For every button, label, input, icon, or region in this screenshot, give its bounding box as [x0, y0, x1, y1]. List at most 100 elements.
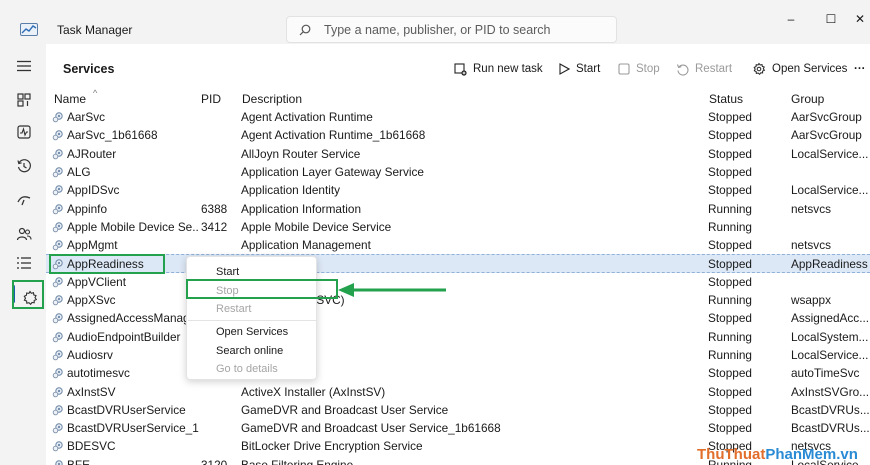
table-row[interactable]: AJRouter AllJoyn Router Service Stopped Loc… [46, 145, 870, 163]
cell-name: Audiosrv [67, 347, 113, 362]
service-gear-icon [52, 203, 63, 214]
table-row[interactable]: AppXSvcService (AppXSVC)Runningwsappx [46, 291, 870, 309]
table-row[interactable]: AppMgmt Application Management Stopped nets… [46, 236, 870, 254]
users-icon[interactable] [8, 220, 40, 248]
cell-description: GameDVR and Broadcast User Service_1b616… [241, 421, 501, 436]
column-header-status[interactable]: Status [709, 92, 743, 106]
cell-status: Stopped [708, 311, 752, 326]
search-placeholder: Type a name, publisher, or PID to search [324, 23, 551, 37]
performance-icon[interactable] [8, 118, 40, 146]
minimize-button[interactable]: – [776, 8, 806, 30]
service-gear-icon [52, 405, 63, 416]
task-manager-icon [20, 23, 38, 36]
app-history-icon[interactable] [8, 152, 40, 180]
cell-status: Stopped [708, 257, 752, 272]
restart-label: Restart [695, 63, 733, 75]
cell-group: wsappx [791, 293, 831, 307]
table-row[interactable]: Apple Mobile Device Se... 3412 Apple Mobil… [46, 218, 870, 236]
details-icon[interactable] [8, 249, 40, 277]
cell-name: AarSvc [67, 110, 106, 124]
context-menu-open-services[interactable]: Open Services [216, 326, 288, 338]
cell-description: Agent Activation Runtime_1b61668 [241, 128, 426, 143]
cell-name: AppMgmt [67, 238, 118, 253]
cell-status: Stopped [708, 421, 752, 436]
stop-button[interactable]: Stop [618, 58, 660, 80]
table-row[interactable]: AudioEndpointBuilderdpoint BuilderRunnin… [46, 328, 870, 346]
service-gear-icon [52, 331, 63, 342]
cell-description: Agent Activation Runtime [241, 110, 373, 124]
title-bar: Task Manager Type a name, publisher, or … [0, 0, 870, 44]
context-menu-search-online[interactable]: Search online [216, 345, 283, 357]
service-gear-icon [52, 386, 63, 397]
cell-status: Stopped [708, 110, 752, 124]
cell-group: AxInstSVGro... [791, 384, 869, 399]
column-header-description[interactable]: Description [242, 92, 302, 106]
column-header-pid[interactable]: PID [201, 92, 221, 106]
processes-icon[interactable] [8, 86, 40, 114]
cell-group: LocalService... [791, 146, 869, 161]
hamburger-menu-icon[interactable] [8, 52, 40, 80]
start-button[interactable]: Start [558, 58, 600, 80]
run-new-task-button[interactable]: Run new task [454, 58, 543, 80]
cell-status: Stopped [708, 146, 752, 161]
cell-description: Application Management [241, 238, 371, 253]
watermark-part1: ThuThuat [697, 446, 766, 463]
context-menu-start[interactable]: Start [216, 266, 239, 278]
table-row[interactable]: AarSvc Agent Activation Runtime Stopped Aar… [46, 108, 870, 126]
page-title: Services [63, 62, 115, 76]
service-gear-icon [52, 112, 63, 123]
service-gear-icon [52, 185, 63, 196]
cell-status: Stopped [708, 164, 752, 179]
table-row[interactable]: BcastDVRUserService_1... GameDVR and Broa… [46, 419, 870, 437]
service-gear-icon [52, 423, 63, 434]
table-row[interactable]: autotimesvc Stopped autoTimeSvc [46, 364, 870, 382]
cell-group: AssignedAcc... [791, 311, 869, 326]
close-button[interactable]: ✕ [850, 8, 870, 30]
table-row[interactable]: AxInstSV ActiveX Installer (AxInstSV) Stop… [46, 383, 870, 401]
cell-group: LocalService... [791, 183, 869, 198]
context-menu-restart[interactable]: Restart [216, 303, 251, 315]
cell-name: AarSvc_1b61668 [67, 128, 158, 143]
table-row[interactable]: AppReadiness Stopped AppReadiness [46, 254, 870, 273]
cell-status: Running [708, 201, 752, 216]
cell-name: AJRouter [67, 146, 117, 161]
cell-name: BDESVC [67, 439, 116, 454]
column-header-group[interactable]: Group [791, 92, 824, 106]
cell-group: netsvcs [791, 238, 831, 253]
cell-name: AxInstSV [67, 384, 116, 399]
table-row[interactable]: AppVCliententStopped [46, 273, 870, 291]
table-row[interactable]: BcastDVRUserService GameDVR and Broadcast… [46, 401, 870, 419]
search-input[interactable]: Type a name, publisher, or PID to search [286, 16, 617, 43]
service-gear-icon [52, 350, 63, 361]
cell-status: Stopped [708, 384, 752, 399]
context-menu-go-to-details[interactable]: Go to details [216, 363, 278, 375]
column-header-name[interactable]: Name [54, 92, 86, 106]
sidebar [0, 44, 46, 465]
table-row[interactable]: AarSvc_1b61668 Agent Activation Runtime_1… [46, 126, 870, 144]
cell-group: BcastDVRUs... [791, 421, 869, 436]
table-row[interactable]: ALG Application Layer Gateway Service Stop… [46, 163, 870, 181]
startup-apps-icon[interactable] [8, 186, 40, 214]
cell-status: Stopped [708, 402, 752, 417]
cell-pid: 6388 [201, 201, 228, 216]
cell-status: Stopped [708, 183, 752, 198]
cell-status: Stopped [708, 128, 752, 143]
cell-group: AarSvcGroup [791, 110, 862, 124]
cell-group: BcastDVRUs... [791, 402, 869, 417]
cell-description: Application Identity [241, 183, 341, 198]
table-row[interactable]: Appinfo 6388 Application Information Runnin… [46, 200, 870, 218]
cell-description: ActiveX Installer (AxInstSV) [241, 384, 386, 399]
open-services-button[interactable]: Open Services [752, 58, 847, 80]
stop-icon [618, 63, 630, 75]
cell-name: BcastDVRUserService_1... [67, 421, 199, 436]
restart-button[interactable]: Restart [676, 58, 732, 80]
context-menu-separator [188, 320, 316, 321]
open-services-icon [753, 62, 766, 76]
table-row[interactable]: AppIDSvc Application Identity Stopped Local… [46, 181, 870, 199]
cell-name: AudioEndpointBuilder [67, 329, 181, 344]
more-options-button[interactable]: ··· [854, 58, 866, 80]
maximize-button[interactable]: ☐ [816, 8, 846, 30]
table-row[interactable]: AssignedAccessManagenager ServiceStopped… [46, 309, 870, 327]
cell-description: Application Information [241, 201, 362, 216]
table-row[interactable]: Audiosrv Running LocalService... [46, 346, 870, 364]
